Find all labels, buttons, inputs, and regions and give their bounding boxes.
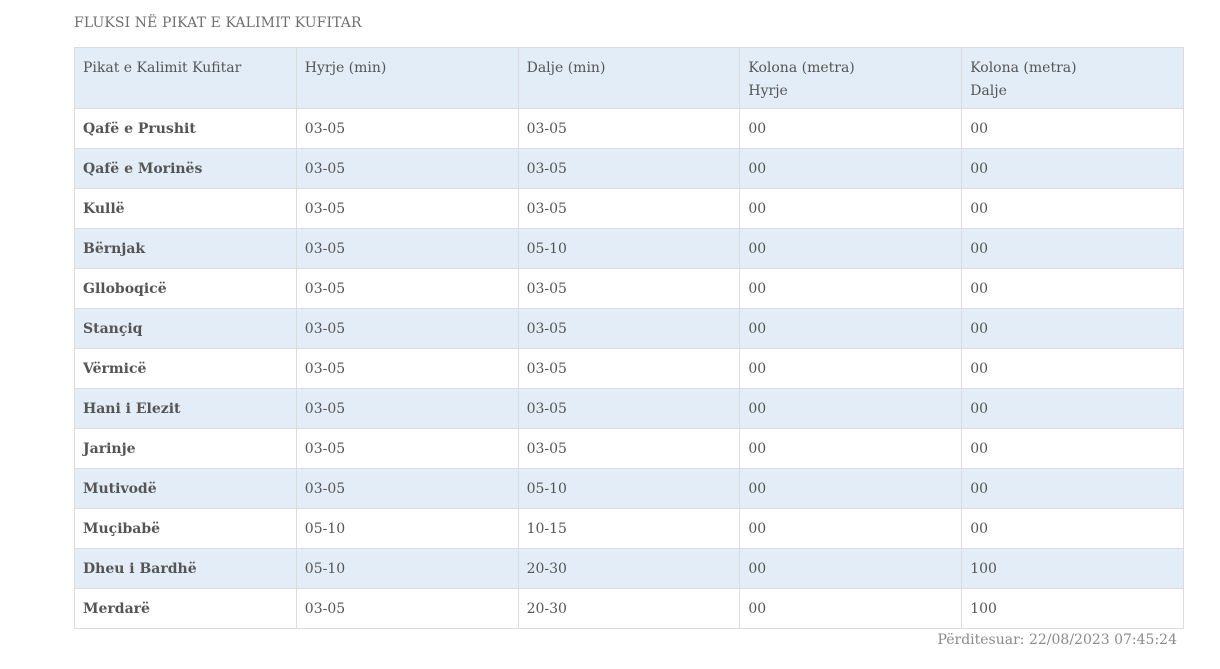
column-entry-cell: 00 — [739, 188, 963, 229]
column-entry-cell: 00 — [739, 268, 963, 309]
column-entry-cell: 00 — [739, 548, 963, 589]
table-row: Stançiq 03-05 03-05 00 00 — [74, 308, 1184, 349]
exit-min-cell: 05-10 — [517, 468, 741, 509]
exit-min-cell: 20-30 — [517, 548, 741, 589]
table-row: Mutivodë 03-05 05-10 00 00 — [74, 468, 1184, 509]
crossing-point-cell: Dheu i Bardhë — [74, 548, 297, 589]
crossing-point-cell: Qafë e Morinës — [74, 148, 297, 189]
entry-min-cell: 03-05 — [295, 308, 519, 349]
table-row: Dheu i Bardhë 05-10 20-30 00 100 — [74, 548, 1184, 589]
exit-min-cell: 03-05 — [517, 388, 741, 429]
column-exit-cell: 00 — [961, 188, 1184, 229]
crossing-point-cell: Jarinje — [74, 428, 297, 469]
crossing-point-cell: Bërnjak — [74, 228, 297, 269]
table-row: Muçibabë 05-10 10-15 00 00 — [74, 508, 1184, 549]
entry-min-cell: 03-05 — [295, 468, 519, 509]
column-exit-cell: 00 — [961, 148, 1184, 189]
entry-min-cell: 05-10 — [295, 508, 519, 549]
header-column-exit: Kolona (metra) Dalje — [961, 47, 1184, 109]
crossing-point-cell: Mutivodë — [74, 468, 297, 509]
table-row: Glloboqicë 03-05 03-05 00 00 — [74, 268, 1184, 309]
entry-min-cell: 03-05 — [295, 268, 519, 309]
exit-min-cell: 03-05 — [517, 148, 741, 189]
table-row: Jarinje 03-05 03-05 00 00 — [74, 428, 1184, 469]
table-row: Vërmicë 03-05 03-05 00 00 — [74, 348, 1184, 389]
table-row: Bërnjak 03-05 05-10 00 00 — [74, 228, 1184, 269]
column-exit-cell: 00 — [961, 108, 1184, 149]
column-entry-cell: 00 — [739, 308, 963, 349]
header-column-entry-sublabel: Hyrje — [748, 83, 788, 99]
header-row: Pikat e Kalimit Kufitar Hyrje (min) Dalj… — [74, 47, 1184, 109]
table-row: Hani i Elezit 03-05 03-05 00 00 — [74, 388, 1184, 429]
header-exit-min-label: Dalje (min) — [526, 60, 606, 76]
column-exit-cell: 00 — [961, 468, 1184, 509]
column-entry-cell: 00 — [739, 588, 963, 629]
exit-min-cell: 03-05 — [517, 188, 741, 229]
entry-min-cell: 03-05 — [295, 228, 519, 269]
column-exit-cell: 100 — [961, 548, 1184, 589]
header-column-entry-label: Kolona (metra) — [748, 60, 855, 76]
table-row: Qafë e Morinës 03-05 03-05 00 00 — [74, 148, 1184, 189]
last-updated-value: 22/08/2023 07:45:24 — [1028, 632, 1177, 648]
column-exit-cell: 00 — [961, 228, 1184, 269]
table-row: Merdarë 03-05 20-30 00 100 — [74, 588, 1184, 629]
exit-min-cell: 05-10 — [517, 228, 741, 269]
entry-min-cell: 03-05 — [295, 108, 519, 149]
crossing-point-cell: Muçibabë — [74, 508, 297, 549]
crossing-point-cell: Vërmicë — [74, 348, 297, 389]
crossing-point-cell: Kullë — [74, 188, 297, 229]
entry-min-cell: 03-05 — [295, 348, 519, 389]
entry-min-cell: 03-05 — [295, 588, 519, 629]
section-title: FLUKSI NË PIKAT E KALIMIT KUFITAR — [74, 15, 362, 31]
entry-min-cell: 03-05 — [295, 388, 519, 429]
crossing-point-cell: Glloboqicë — [74, 268, 297, 309]
table-header: Pikat e Kalimit Kufitar Hyrje (min) Dalj… — [74, 47, 1184, 109]
header-column-exit-sublabel: Dalje — [970, 83, 1007, 99]
crossing-point-cell: Merdarë — [74, 588, 297, 629]
column-entry-cell: 00 — [739, 108, 963, 149]
column-exit-cell: 00 — [961, 508, 1184, 549]
entry-min-cell: 03-05 — [295, 428, 519, 469]
column-exit-cell: 00 — [961, 268, 1184, 309]
header-entry-min: Hyrje (min) — [295, 47, 519, 109]
last-updated-label: Përditesuar: — [937, 632, 1025, 648]
header-entry-min-label: Hyrje (min) — [304, 60, 387, 76]
column-entry-cell: 00 — [739, 348, 963, 389]
header-exit-min: Dalje (min) — [517, 47, 741, 109]
table-row: Qafë e Prushit 03-05 03-05 00 00 — [74, 108, 1184, 149]
column-entry-cell: 00 — [739, 148, 963, 189]
exit-min-cell: 03-05 — [517, 348, 741, 389]
header-column-entry: Kolona (metra) Hyrje — [739, 47, 963, 109]
exit-min-cell: 03-05 — [517, 268, 741, 309]
entry-min-cell: 03-05 — [295, 188, 519, 229]
last-updated: Përditesuar: 22/08/2023 07:45:24 — [937, 632, 1177, 648]
table-row: Kullë 03-05 03-05 00 00 — [74, 188, 1184, 229]
exit-min-cell: 03-05 — [517, 108, 741, 149]
header-column-exit-label: Kolona (metra) — [970, 60, 1077, 76]
column-entry-cell: 00 — [739, 388, 963, 429]
column-exit-cell: 00 — [961, 348, 1184, 389]
column-exit-cell: 00 — [961, 308, 1184, 349]
crossing-point-cell: Qafë e Prushit — [74, 108, 297, 149]
exit-min-cell: 20-30 — [517, 588, 741, 629]
exit-min-cell: 03-05 — [517, 428, 741, 469]
entry-min-cell: 05-10 — [295, 548, 519, 589]
crossing-point-cell: Stançiq — [74, 308, 297, 349]
column-exit-cell: 100 — [961, 588, 1184, 629]
column-entry-cell: 00 — [739, 508, 963, 549]
entry-min-cell: 03-05 — [295, 148, 519, 189]
column-entry-cell: 00 — [739, 428, 963, 469]
exit-min-cell: 03-05 — [517, 308, 741, 349]
border-crossing-flux-table: Pikat e Kalimit Kufitar Hyrje (min) Dalj… — [74, 47, 1184, 629]
table-body: Qafë e Prushit 03-05 03-05 00 00 Qafë e Morin… — [74, 108, 1184, 629]
column-exit-cell: 00 — [961, 388, 1184, 429]
column-exit-cell: 00 — [961, 428, 1184, 469]
crossing-point-cell: Hani i Elezit — [74, 388, 297, 429]
exit-min-cell: 10-15 — [517, 508, 741, 549]
column-entry-cell: 00 — [739, 228, 963, 269]
header-crossing-point-label: Pikat e Kalimit Kufitar — [83, 60, 242, 76]
column-entry-cell: 00 — [739, 468, 963, 509]
header-crossing-point: Pikat e Kalimit Kufitar — [74, 47, 297, 109]
